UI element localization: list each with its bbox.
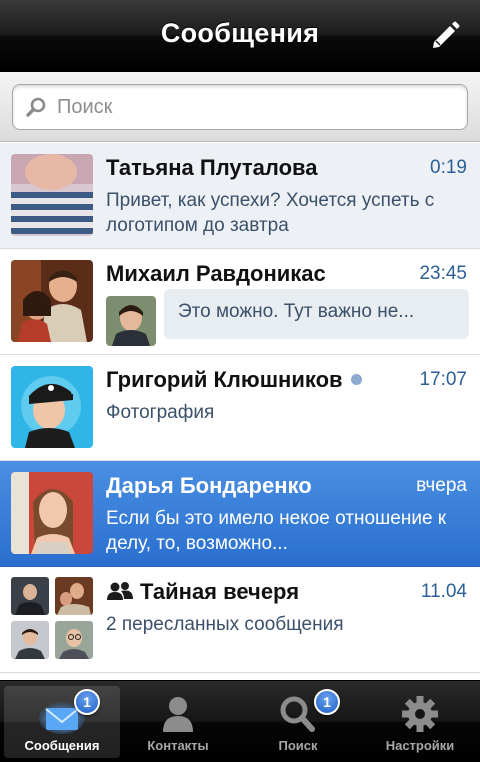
chat-name: Тайная вечеря: [106, 579, 299, 605]
avatar: [11, 577, 49, 615]
message-time: вчера: [416, 475, 467, 496]
avatar: [11, 621, 49, 659]
group-avatar: [11, 577, 93, 659]
conversation-row[interactable]: Тайная вечеря 11.04 2 пересланных сообще…: [0, 567, 480, 673]
message-time: 11.04: [420, 581, 467, 602]
avatar: [55, 621, 93, 659]
conversation-row[interactable]: Михаил Равдоникас 23:45 Это можно. Тут в…: [0, 249, 480, 355]
tab-contacts[interactable]: Контакты: [120, 686, 236, 758]
person-icon: [163, 697, 193, 732]
search-bar: Поиск: [0, 72, 480, 142]
gear-icon: [402, 696, 438, 732]
contact-name: Дарья Бондаренко: [106, 473, 312, 498]
chat-name-text: Тайная вечеря: [140, 579, 300, 604]
search-badge: 1: [314, 689, 340, 715]
tab-label: Поиск: [278, 738, 318, 753]
message-snippet: Если бы это имело некое отношение к делу…: [106, 508, 447, 554]
conversation-row[interactable]: Дарья Бондаренко вчера Если бы это имело…: [0, 461, 480, 567]
reply-preview: Это можно. Тут важно не...: [164, 289, 469, 339]
message-snippet: 2 пересланных сообщения: [106, 614, 344, 635]
conversation-row[interactable]: Татьяна Плуталова 0:19 Привет, как успех…: [0, 143, 480, 249]
nav-bar: Сообщения: [0, 0, 480, 72]
avatar: [55, 577, 93, 615]
group-chat-icon: [107, 582, 133, 601]
conversation-row[interactable]: Григорий Клюшников 17:07 Фотография: [0, 355, 480, 461]
message-time: 17:07: [419, 369, 467, 390]
avatar: [11, 366, 93, 448]
message-snippet: Привет, как успехи? Хочется успеть с лог…: [106, 190, 435, 236]
my-avatar: [106, 296, 156, 346]
page-title: Сообщения: [160, 18, 320, 48]
compose-button[interactable]: [428, 18, 462, 52]
tab-search[interactable]: 1 Поиск: [240, 686, 356, 758]
contact-name-text: Григорий Клюшников: [106, 367, 343, 392]
pencil-icon: [433, 21, 460, 48]
search-icon: [26, 97, 46, 117]
search-input[interactable]: Поиск: [12, 84, 468, 130]
message-snippet: Фотография: [106, 402, 215, 423]
tab-label: Сообщения: [24, 738, 100, 753]
tab-label: Настройки: [385, 738, 455, 753]
message-time: 23:45: [419, 263, 467, 284]
contact-name: Татьяна Плуталова: [106, 155, 318, 180]
avatar: [11, 260, 93, 342]
message-time: 0:19: [430, 157, 467, 178]
tab-settings[interactable]: Настройки: [362, 686, 478, 758]
search-placeholder: Поиск: [57, 96, 113, 118]
contact-name: Григорий Клюшников: [106, 367, 362, 393]
tab-label: Контакты: [147, 738, 209, 753]
unread-badge: 1: [74, 689, 100, 715]
reply-text: Это можно. Тут важно не...: [178, 301, 415, 322]
avatar: [11, 472, 93, 554]
online-indicator: [350, 373, 362, 385]
avatar: [11, 154, 93, 236]
tab-bar: 1 Сообщения Контакты 1 Поиск Настройки: [0, 680, 480, 762]
contact-name: Михаил Равдоникас: [106, 261, 326, 286]
tab-messages[interactable]: 1 Сообщения: [4, 686, 120, 758]
conversation-list: Татьяна Плуталова 0:19 Привет, как успех…: [0, 143, 480, 673]
